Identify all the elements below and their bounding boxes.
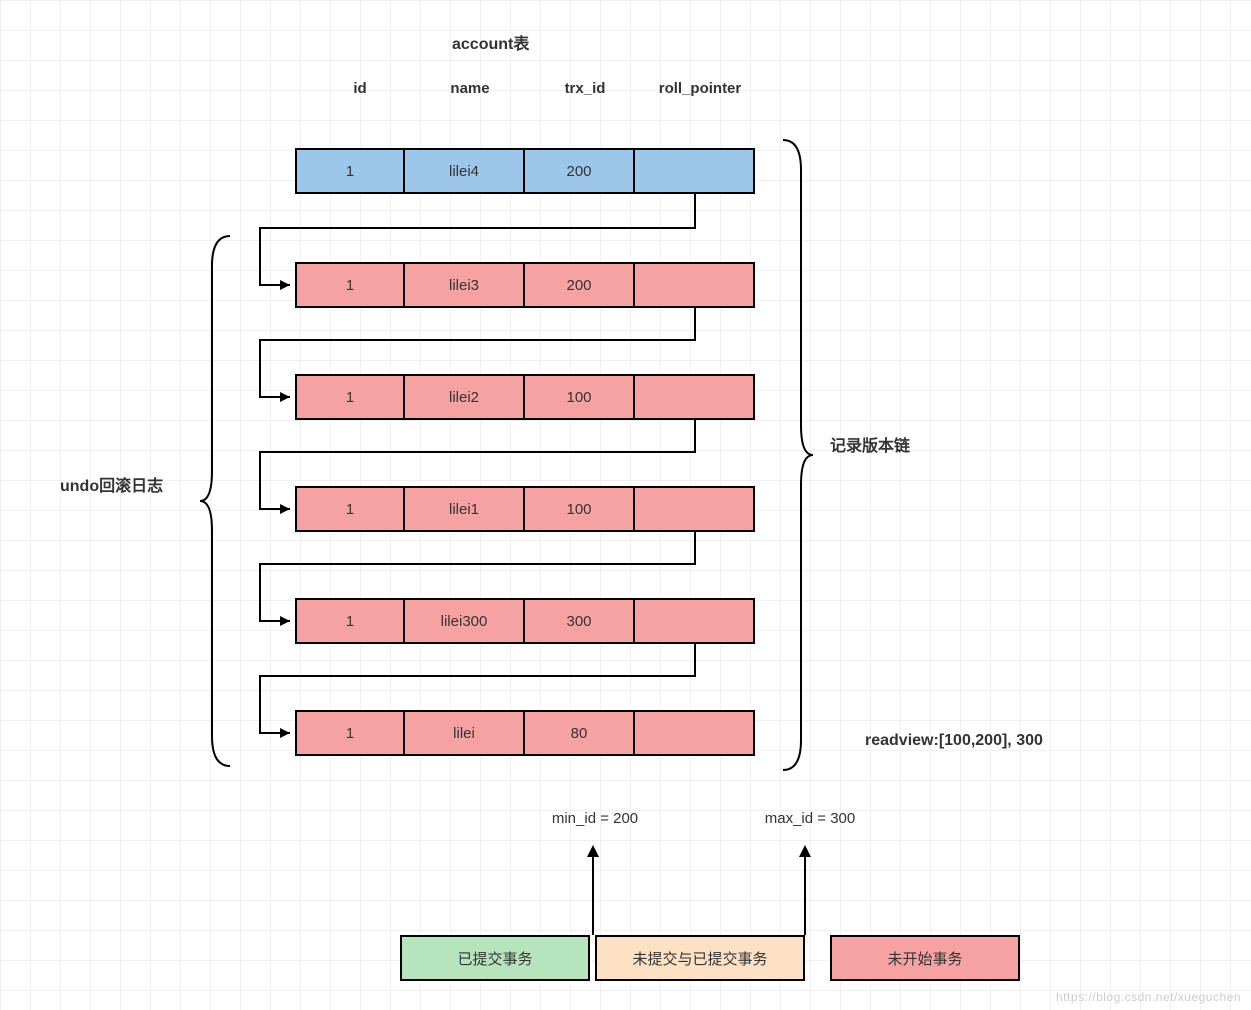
watermark: https://blog.csdn.net/xueguchen	[1056, 990, 1241, 1004]
legend-notstarted: 未开始事务	[830, 935, 1020, 981]
legend-mixed: 未提交与已提交事务	[595, 935, 805, 981]
legend-arrows	[0, 0, 1251, 1010]
legend-committed: 已提交事务	[400, 935, 590, 981]
